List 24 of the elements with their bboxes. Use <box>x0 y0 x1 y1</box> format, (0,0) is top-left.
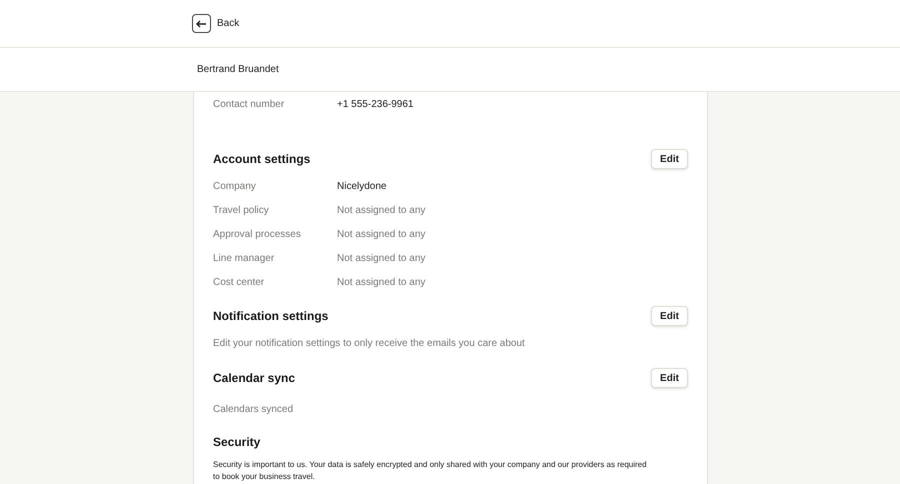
section-description: Calendars synced <box>213 402 294 416</box>
field-label: Line manager <box>213 252 276 266</box>
section-title: Account settings <box>213 151 310 168</box>
field-label: Contact number <box>213 98 286 112</box>
edit-button[interactable]: Edit <box>651 306 688 326</box>
field-label: Travel policy <box>213 204 270 218</box>
back-button[interactable]: Back <box>192 14 240 33</box>
field-value: Nicelydone <box>337 180 386 194</box>
field-value: Not assigned to any <box>337 228 426 242</box>
field-value: Not assigned to any <box>337 204 426 218</box>
field-value: Not assigned to any <box>337 252 426 266</box>
section-description: Edit your notification settings to only receive the emails you care about <box>213 336 526 350</box>
section-title: Notification settings <box>213 308 328 325</box>
security-note: Security is important to us. Your data is safely encrypted and only shared with your company and our providers as required to book your business travel. <box>213 459 648 483</box>
field-value: Not assigned to any <box>337 276 426 290</box>
section-title: Security <box>213 434 260 451</box>
user-name: Bertrand Bruandet <box>197 63 279 77</box>
field-label: Approval processes <box>213 228 302 242</box>
field-value: +1 555-236-9961 <box>337 98 414 112</box>
field-label: Company <box>213 180 257 194</box>
edit-button[interactable]: Edit <box>651 149 688 169</box>
field-label: Cost center <box>213 276 266 290</box>
section-title: Calendar sync <box>213 370 296 387</box>
edit-button[interactable]: Edit <box>651 368 688 388</box>
